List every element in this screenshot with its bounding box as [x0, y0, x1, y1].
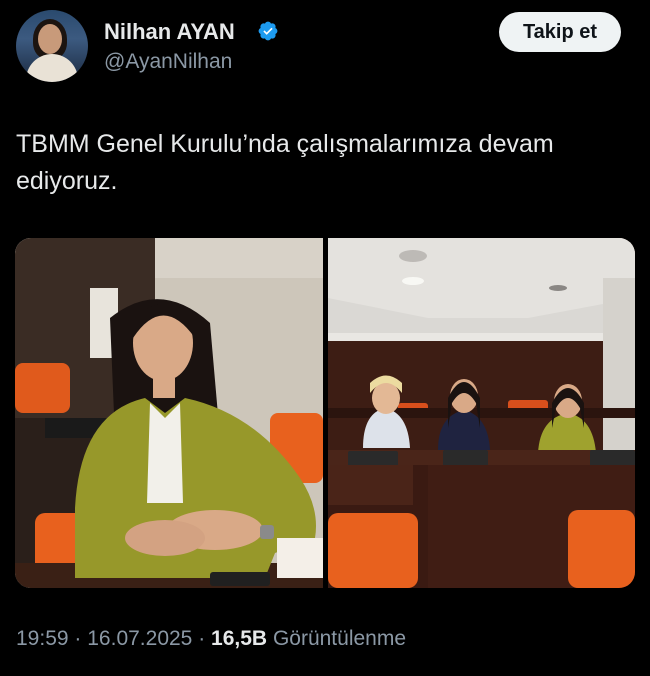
tweet-photo-1[interactable]: [15, 238, 323, 588]
avatar-body: [26, 54, 78, 82]
tweet-media[interactable]: [15, 238, 635, 588]
tweet-text: TBMM Genel Kurulu’nda çalışmalarımıza de…: [16, 130, 554, 195]
avatar-face: [38, 24, 62, 54]
tweet-photo-2[interactable]: [328, 238, 635, 588]
meta-separator: ·: [198, 627, 206, 650]
verified-badge-icon: [258, 21, 278, 41]
view-count: 16,5B: [211, 627, 268, 650]
photo-2-graphic: [328, 238, 635, 588]
view-count-label: Görüntülenme: [272, 627, 407, 650]
author-handle[interactable]: @AyanNilhan: [104, 50, 232, 74]
profile-avatar[interactable]: [16, 10, 88, 82]
meta-separator: ·: [74, 627, 82, 650]
follow-button[interactable]: Takip et: [499, 12, 621, 52]
tweet-date[interactable]: 16.07.2025: [87, 627, 192, 650]
tweet-time[interactable]: 19:59: [16, 627, 69, 650]
photo-1-graphic: [15, 238, 323, 588]
author-name[interactable]: Nilhan AYAN: [104, 19, 235, 45]
tweet-meta: 19:59 · 16.07.2025 · 16,5B Görüntülenme: [16, 627, 406, 651]
